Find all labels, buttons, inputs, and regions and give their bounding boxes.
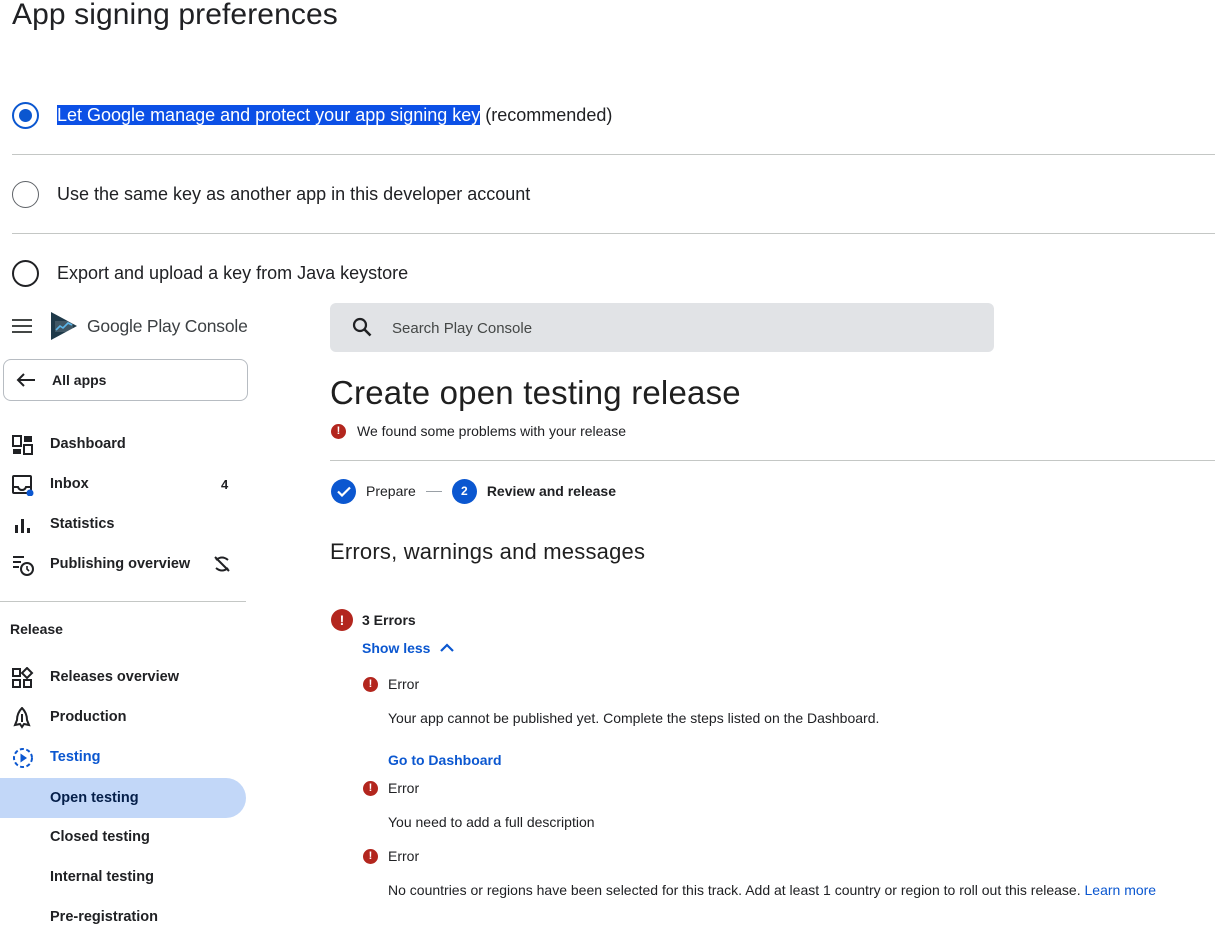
- sidebar-item-dashboard[interactable]: Dashboard: [0, 424, 246, 464]
- signing-title: App signing preferences: [12, 0, 338, 31]
- sidebar-item-pre-registration[interactable]: Pre-registration: [0, 897, 246, 937]
- radio-unchecked-icon[interactable]: [12, 259, 39, 287]
- all-apps-button[interactable]: All apps: [3, 359, 248, 401]
- divider: [12, 233, 1215, 234]
- error-item-heading: ! Error: [363, 780, 419, 796]
- sidebar-item-label: Closed testing: [50, 829, 150, 845]
- error-icon: !: [363, 780, 378, 796]
- sidebar-item-testing[interactable]: Testing: [0, 737, 246, 777]
- problem-text: We found some problems with your release: [357, 423, 626, 439]
- errors-summary: ! 3 Errors: [331, 609, 416, 631]
- sidebar-item-production[interactable]: Production: [0, 697, 246, 737]
- radio-unchecked-icon[interactable]: [12, 180, 39, 208]
- search-bar[interactable]: [330, 303, 994, 352]
- signing-option-label: Export and upload a key from Java keysto…: [57, 262, 409, 283]
- search-icon: [352, 317, 372, 337]
- recommended-suffix: (recommended): [480, 104, 613, 125]
- sidebar-item-internal-testing[interactable]: Internal testing: [0, 857, 246, 897]
- sidebar-item-label: Statistics: [50, 516, 115, 532]
- sidebar-item-label: Dashboard: [50, 436, 126, 452]
- show-less-button[interactable]: Show less: [362, 640, 455, 656]
- arrow-back-icon: [16, 373, 35, 387]
- signing-option-same-key[interactable]: Use the same key as another app in this …: [12, 174, 1215, 214]
- error-title: Error: [388, 848, 420, 864]
- sidebar-item-label: Internal testing: [50, 869, 154, 885]
- sidebar-item-label: Open testing: [50, 790, 139, 806]
- sidebar-item-label: Testing: [50, 749, 101, 765]
- error-item-heading: ! Error: [363, 676, 419, 692]
- inbox-icon: [12, 475, 34, 496]
- chevron-up-icon: [440, 643, 455, 652]
- releases-overview-icon: [12, 667, 34, 688]
- go-to-dashboard-link[interactable]: Go to Dashboard: [388, 752, 502, 768]
- sidebar-item-label: Pre-registration: [50, 909, 158, 925]
- sync-off-icon: [214, 556, 230, 572]
- divider: [12, 154, 1215, 155]
- error-icon: !: [363, 848, 378, 864]
- brand-logo-text: Google Play Console: [87, 316, 248, 336]
- release-stepper: Prepare 2 Review and release: [331, 478, 616, 504]
- problem-notice: ! We found some problems with your relea…: [331, 423, 626, 439]
- publishing-overview-icon: [13, 556, 34, 576]
- error-message: You need to add a full description: [388, 814, 595, 830]
- learn-more-link[interactable]: Learn more: [1085, 882, 1157, 898]
- error-title: Error: [388, 780, 420, 796]
- search-input[interactable]: [392, 315, 972, 341]
- error-message-with-link: No countries or regions have been select…: [388, 882, 1156, 898]
- signing-option-google-managed[interactable]: Let Google manage and protect your app s…: [12, 95, 1215, 135]
- sidebar-divider: [0, 601, 246, 602]
- signing-option-export-upload[interactable]: Export and upload a key from Java keysto…: [12, 253, 1215, 293]
- error-icon: !: [363, 676, 378, 692]
- sidebar-item-statistics[interactable]: Statistics: [0, 504, 246, 544]
- divider: [330, 460, 1215, 461]
- sidebar-item-releases-overview[interactable]: Releases overview: [0, 657, 246, 697]
- all-apps-label: All apps: [52, 372, 107, 388]
- error-icon: !: [331, 609, 353, 631]
- sidebar-item-label: Publishing overview: [50, 556, 191, 572]
- error-message: Your app cannot be published yet. Comple…: [388, 710, 880, 726]
- signing-option-label: Let Google manage and protect your app s…: [57, 104, 613, 126]
- sidebar-item-label: Releases overview: [50, 669, 179, 685]
- inbox-count-badge: 4: [221, 476, 229, 492]
- show-less-label: Show less: [362, 640, 431, 656]
- production-icon: [13, 707, 31, 729]
- sidebar-item-closed-testing[interactable]: Closed testing: [0, 817, 246, 857]
- sidebar-item-open-testing[interactable]: Open testing: [0, 778, 246, 818]
- step-connector: [425, 490, 442, 492]
- error-message: No countries or regions have been select…: [388, 882, 1081, 898]
- error-icon: !: [331, 423, 346, 439]
- highlighted-text: Let Google manage and protect your app s…: [57, 104, 481, 125]
- sidebar-item-label: Production: [50, 709, 127, 725]
- check-icon: [331, 478, 356, 504]
- section-heading: Errors, warnings and messages: [330, 539, 646, 564]
- page-title: Create open testing release: [330, 374, 741, 411]
- radio-checked-icon[interactable]: [12, 101, 39, 129]
- step-review-label: Review and release: [486, 483, 616, 499]
- step-prepare-label[interactable]: Prepare: [366, 483, 416, 499]
- menu-icon[interactable]: [12, 319, 32, 335]
- dashboard-icon: [12, 435, 33, 455]
- errors-count-label: 3 Errors: [362, 612, 416, 628]
- testing-icon: [13, 748, 33, 768]
- bar-chart-icon: [15, 519, 30, 533]
- sidebar-item-publishing-overview[interactable]: Publishing overview: [0, 544, 246, 584]
- sidebar-item-label: Inbox: [50, 476, 89, 492]
- step-number: 2: [451, 478, 477, 504]
- error-title: Error: [388, 676, 420, 692]
- error-item-heading: ! Error: [363, 848, 419, 864]
- sidebar-item-inbox[interactable]: Inbox 4: [0, 464, 246, 504]
- signing-option-label: Use the same key as another app in this …: [57, 183, 531, 204]
- play-console-logo-icon: [51, 312, 77, 340]
- sidebar-section-release: Release: [10, 621, 63, 637]
